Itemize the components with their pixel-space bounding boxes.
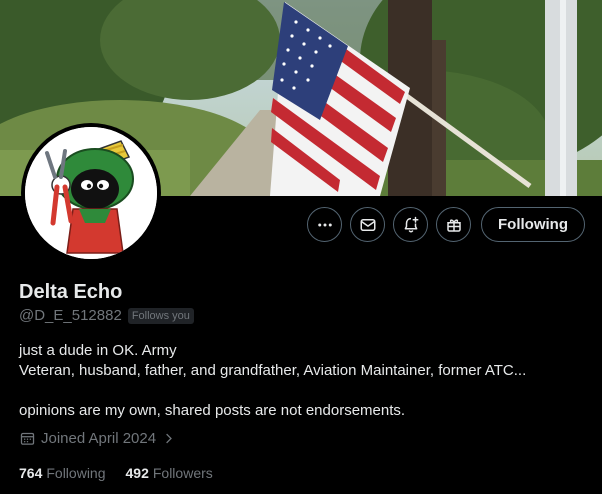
avatar-image [25, 127, 157, 259]
mail-icon [360, 218, 376, 231]
followers-label: Followers [152, 465, 213, 481]
avatar[interactable] [21, 123, 161, 263]
handle: @D_E_512882 [19, 307, 122, 324]
bio-line: just a dude in OK. Army [19, 342, 177, 359]
bio-line: opinions are my own, shared posts are no… [19, 402, 406, 419]
gift-icon [446, 218, 461, 232]
bio: just a dude in OK. Army Veteran, husband… [19, 341, 589, 421]
followers-count-link[interactable]: 492 Followers [126, 465, 213, 481]
more-button[interactable] [307, 207, 343, 242]
follows-you-badge: Follows you [127, 307, 194, 324]
calendar-icon [20, 432, 35, 445]
display-name: Delta Echo [19, 281, 123, 303]
following-label: Following [46, 465, 106, 481]
profile-actions: Following [307, 207, 585, 242]
cartoon-character-icon [25, 127, 157, 259]
following-button[interactable]: Following [481, 207, 585, 242]
message-button[interactable] [350, 207, 386, 242]
follow-stats: 764 Following 492 Followers [19, 465, 213, 481]
gift-button[interactable] [436, 207, 472, 242]
bio-line: Veteran, husband, father, and grandfathe… [19, 362, 527, 379]
handle-row: @D_E_512882 Follows you [19, 307, 194, 324]
more-icon [317, 223, 332, 226]
chevron-right-icon [166, 433, 172, 444]
following-count: 764 [19, 465, 43, 481]
following-count-link[interactable]: 764 Following [19, 465, 106, 481]
notifications-button[interactable] [393, 207, 429, 242]
joined-date-row[interactable]: Joined April 2024 [19, 430, 176, 447]
bell-plus-icon [404, 216, 419, 232]
joined-date: Joined April 2024 [41, 430, 157, 447]
followers-count: 492 [125, 465, 149, 481]
